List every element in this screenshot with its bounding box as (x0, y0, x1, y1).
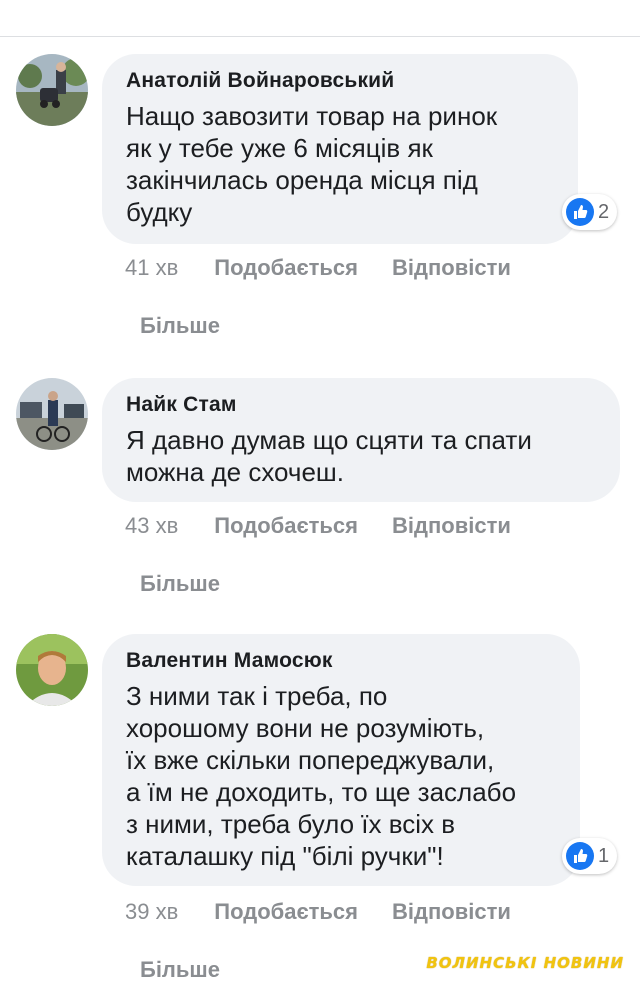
like-icon (566, 842, 594, 870)
comment-bubble: Валентин Мамосюк З ними так і треба, по … (102, 634, 580, 886)
comment-author[interactable]: Найк Стам (126, 392, 596, 418)
reply-link[interactable]: Відповісти (392, 513, 511, 539)
comment-time[interactable]: 43 хв (125, 513, 178, 539)
avatar[interactable] (16, 378, 88, 450)
reply-link[interactable]: Відповісти (392, 255, 511, 281)
like-link[interactable]: Подобається (214, 899, 358, 925)
like-icon (566, 198, 594, 226)
comment-author[interactable]: Валентин Мамосюк (126, 648, 556, 674)
comment-bubble: Найк Стам Я давно думав що сцяти та спат… (102, 378, 620, 502)
comment-meta: 39 хв Подобається Відповісти (125, 899, 545, 925)
reaction-count: 1 (598, 844, 610, 867)
like-link[interactable]: Подобається (214, 255, 358, 281)
watermark-logo: ВОЛИНСЬКІ НОВИНИ (426, 954, 624, 972)
like-link[interactable]: Подобається (214, 513, 358, 539)
comment-meta: 43 хв Подобається Відповісти (125, 513, 545, 539)
avatar[interactable] (16, 634, 88, 706)
comment-text: Нащо завозити товар на ринок як у тебе у… (126, 101, 498, 227)
more-link[interactable]: Більше (140, 957, 220, 982)
comment-author[interactable]: Анатолій Войнаровський (126, 68, 554, 94)
comment-time[interactable]: 41 хв (125, 255, 178, 281)
comment-meta: 41 хв Подобається Відповісти (125, 255, 545, 281)
reply-link[interactable]: Відповісти (392, 899, 511, 925)
comment-bubble: Анатолій Войнаровський Нащо завозити тов… (102, 54, 578, 244)
more-link[interactable]: Більше (140, 571, 220, 597)
more-link[interactable]: Більше (140, 313, 220, 339)
comment-time[interactable]: 39 хв (125, 899, 178, 925)
reaction-count-badge[interactable]: 2 (562, 194, 618, 230)
reaction-count-badge[interactable]: 1 (562, 838, 618, 874)
comment-text: Я давно думав що сцяти та спати можна де… (126, 425, 532, 487)
avatar[interactable] (16, 54, 88, 126)
comments-page: Анатолій Войнаровський Нащо завозити тов… (0, 0, 640, 982)
reaction-count: 2 (598, 200, 610, 223)
comment-text: З ними так і треба, по хорошому вони не … (126, 681, 517, 871)
top-divider (0, 36, 640, 37)
